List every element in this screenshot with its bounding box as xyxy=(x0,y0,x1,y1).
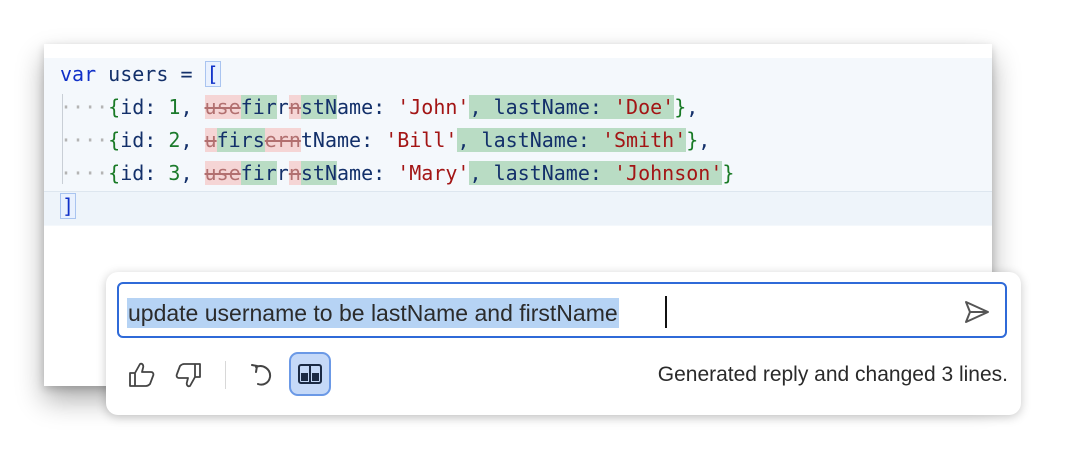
comma: , xyxy=(180,161,193,185)
inline-chat-panel: update username to be lastName and first… xyxy=(106,272,1021,415)
comma: , xyxy=(180,128,193,152)
comma: , xyxy=(469,95,482,119)
last-name-value: 'Johnson' xyxy=(613,161,723,185)
key-text: ame: xyxy=(324,128,374,152)
object-brace-close: } xyxy=(686,128,699,152)
variable-users: users xyxy=(108,62,169,86)
send-icon[interactable] xyxy=(963,298,991,326)
thumbs-down-icon xyxy=(175,363,201,388)
diff-deleted-text: u xyxy=(204,128,217,152)
last-name-key: lastName: xyxy=(493,161,602,185)
diff-inserted-segment: , lastName: 'Doe' xyxy=(469,95,675,119)
id-value: 1 xyxy=(168,95,181,119)
key-text: ame: xyxy=(337,161,386,185)
object-brace-close: } xyxy=(722,161,735,185)
comma: , xyxy=(469,161,482,185)
diff-inserted-text: fir xyxy=(240,95,277,119)
object-brace-close: } xyxy=(674,95,687,119)
diff-inserted-segment: , lastName: 'Johnson' xyxy=(469,161,723,185)
screenshot-frame: var users = [ ····{id: 1, usefirrnstName… xyxy=(44,44,1021,415)
trailing-comma: , xyxy=(698,128,711,152)
comma: , xyxy=(457,128,470,152)
equals-sign: = xyxy=(180,62,193,86)
keyword-var: var xyxy=(60,62,97,86)
diff-deleted-text: n xyxy=(288,95,301,119)
key-text: ame: xyxy=(337,95,386,119)
toolbar-separator xyxy=(225,361,226,389)
indent-whitespace: ···· xyxy=(60,95,109,119)
diff-inserted-text: stN xyxy=(300,95,337,119)
id-key: id: xyxy=(120,95,157,119)
id-key: id: xyxy=(120,128,157,152)
undo-button[interactable] xyxy=(242,353,282,397)
first-name-value: 'Mary' xyxy=(397,161,470,185)
key-text: r xyxy=(276,95,289,119)
id-value: 3 xyxy=(168,161,181,185)
diff-inserted-text: fir xyxy=(240,161,277,185)
id-value: 2 xyxy=(168,128,181,152)
object-brace-open: { xyxy=(108,95,121,119)
last-name-key: lastName: xyxy=(493,95,602,119)
code-line-5: ] xyxy=(60,190,77,223)
undo-icon xyxy=(251,364,272,386)
diff-deleted-text: use xyxy=(204,95,241,119)
indent-whitespace: ···· xyxy=(60,161,109,185)
current-line-highlight xyxy=(44,191,992,225)
last-name-key: lastName: xyxy=(481,128,590,152)
thumbs-up-icon xyxy=(129,362,155,387)
text-caret xyxy=(665,296,667,328)
bracket-open: [ xyxy=(204,61,221,87)
first-name-value: 'Bill' xyxy=(385,128,458,152)
last-name-value: 'Doe' xyxy=(613,95,675,119)
last-name-value: 'Smith' xyxy=(601,128,687,152)
code-line-4: ····{id: 3, usefirrnstName: 'Mary', last… xyxy=(60,157,734,190)
code-line-2: ····{id: 1, usefirrnstName: 'John', last… xyxy=(60,91,698,124)
comma: , xyxy=(180,95,193,119)
chat-input[interactable]: update username to be lastName and first… xyxy=(117,282,1007,338)
diff-deleted-text: n xyxy=(288,161,301,185)
indent-whitespace: ···· xyxy=(60,128,109,152)
thumbs-down-button[interactable] xyxy=(168,353,208,397)
diff-inserted-text: stN xyxy=(300,161,337,185)
trailing-comma: , xyxy=(686,95,699,119)
diff-view-toggle[interactable] xyxy=(289,352,331,396)
diff-deleted-text: use xyxy=(204,161,241,185)
code-line-3: ····{id: 2, ufirserntName: 'Bill', lastN… xyxy=(60,124,710,157)
code-editor[interactable]: var users = [ ····{id: 1, usefirrnstName… xyxy=(44,58,992,226)
bracket-close: ] xyxy=(60,193,77,219)
diff-deleted-text: ern xyxy=(264,128,301,152)
id-key: id: xyxy=(120,161,157,185)
diff-view-icon xyxy=(298,364,322,384)
key-text: tN xyxy=(300,128,325,152)
code-line-1: var users = [ xyxy=(60,58,221,91)
object-brace-open: { xyxy=(108,128,121,152)
diff-inserted-segment: , lastName: 'Smith' xyxy=(457,128,687,152)
key-text: r xyxy=(276,161,289,185)
diff-inserted-text: firs xyxy=(216,128,265,152)
object-brace-open: { xyxy=(108,161,121,185)
thumbs-up-button[interactable] xyxy=(122,353,162,397)
chat-input-text[interactable]: update username to be lastName and first… xyxy=(127,298,619,328)
status-message: Generated reply and changed 3 lines. xyxy=(657,363,1008,386)
first-name-value: 'John' xyxy=(397,95,470,119)
